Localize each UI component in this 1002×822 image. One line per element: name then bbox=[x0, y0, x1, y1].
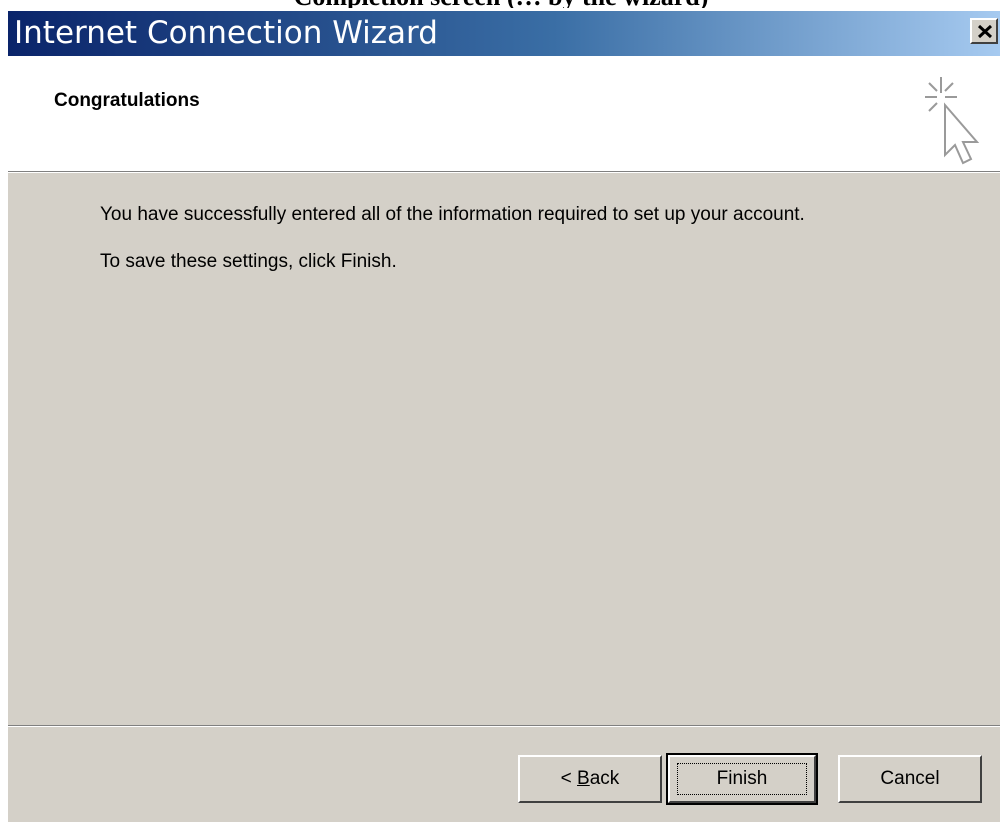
wizard-header-panel: Congratulations bbox=[8, 56, 1000, 171]
wizard-cursor-sparkle-icon bbox=[925, 77, 980, 165]
close-icon bbox=[977, 24, 993, 39]
finish-button[interactable]: Finish bbox=[666, 753, 818, 805]
back-button-label: < Back bbox=[560, 768, 620, 789]
header-separator bbox=[8, 171, 1000, 173]
cancel-button-label: Cancel bbox=[880, 768, 940, 789]
cancel-button[interactable]: Cancel bbox=[838, 755, 982, 803]
focus-rectangle bbox=[677, 763, 807, 795]
close-button[interactable] bbox=[970, 18, 998, 44]
page-title: Congratulations bbox=[54, 90, 200, 111]
back-button[interactable]: < Back bbox=[518, 755, 662, 803]
instruction-message: To save these settings, click Finish. bbox=[100, 251, 397, 272]
footer-separator bbox=[8, 725, 1000, 727]
success-message: You have successfully entered all of the… bbox=[100, 204, 805, 225]
document-text-fragment: Completion screen (… by the wizard) bbox=[0, 0, 1002, 8]
wizard-dialog: Internet Connection Wizard Congratulatio… bbox=[6, 9, 1000, 822]
window-title: Internet Connection Wizard bbox=[14, 15, 438, 51]
title-bar[interactable]: Internet Connection Wizard bbox=[8, 11, 1000, 56]
